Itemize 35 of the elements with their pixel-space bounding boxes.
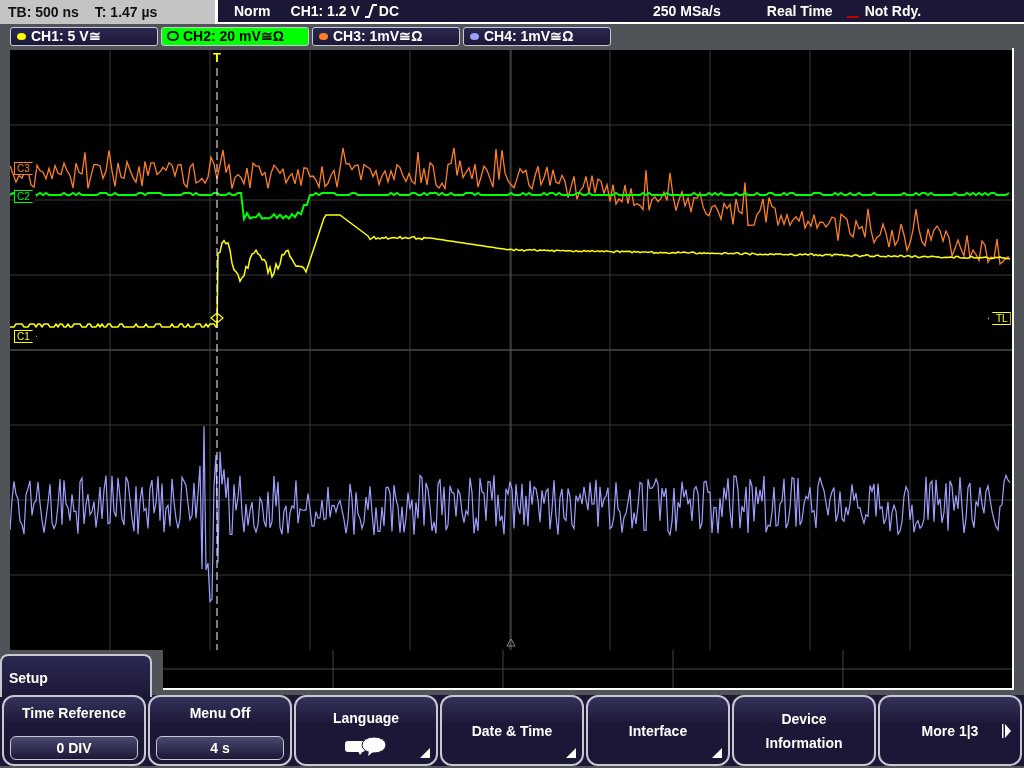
softkey[interactable]: Interface [586, 695, 730, 766]
softkey[interactable]: Device Information [732, 695, 876, 766]
channel-tab[interactable]: CH2: 20 mV≅Ω [161, 26, 309, 46]
rising-edge-icon [363, 4, 378, 18]
timebase-readout: TB: 500 ns [8, 4, 79, 20]
channel-tab[interactable]: CH3: 1mV≅Ω [312, 26, 460, 46]
channel-marker: C1 [14, 330, 37, 343]
more-button[interactable]: More 1|3 [878, 695, 1022, 766]
channel-tab[interactable]: CH1: 5 V≅ [10, 26, 158, 46]
acquisition-mode: Real Time [766, 3, 833, 19]
softkey[interactable]: Time Reference 0 DIV [2, 695, 146, 766]
trigger-level-marker: TL [988, 312, 1011, 325]
softkey[interactable]: Date & Time [440, 695, 584, 766]
channel-marker: C2 [14, 190, 37, 203]
sample-rate: 250 MSa/s [653, 3, 721, 19]
trigger-point-icon [210, 312, 224, 324]
channel-marker: C3 [14, 162, 37, 175]
trigger-marker: T [211, 51, 223, 64]
channel-tab[interactable]: CH4: 1mV≅Ω [463, 26, 611, 46]
softkey[interactable]: Menu Off 4 s [148, 695, 292, 766]
value-field[interactable]: 0 DIV [10, 736, 138, 760]
softkey-label: Time Reference [22, 704, 126, 723]
trigger-coupling: DC [378, 3, 400, 19]
status-indicator-icon [846, 16, 859, 18]
acquisition-status: Not Rdy. [864, 3, 922, 19]
menu-title: Setup [0, 654, 152, 697]
trigger-source: CH1: 1.2 V [290, 3, 360, 19]
next-arrow-icon [1002, 723, 1012, 739]
softkey-label: Menu Off [189, 704, 251, 723]
value-field[interactable]: 4 s [156, 736, 284, 760]
speech-bubbles-icon [344, 735, 388, 756]
position-marker-icon [506, 638, 516, 647]
trigger-time-readout: T: 1.47 µs [94, 4, 158, 20]
trigger-mode: Norm [234, 3, 271, 19]
language-button[interactable]: Language [294, 695, 438, 766]
